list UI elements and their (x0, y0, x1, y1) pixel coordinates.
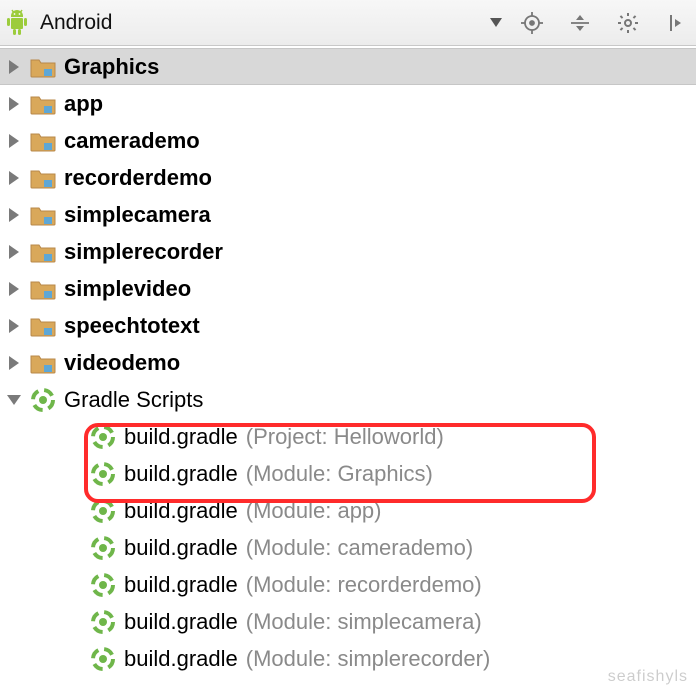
module-folder-icon (30, 130, 56, 152)
module-folder-icon (30, 93, 56, 115)
module-folder-icon (30, 352, 56, 374)
tree-item-label: recorderdemo (64, 165, 212, 191)
module-folder-icon (30, 278, 56, 300)
dropdown-arrow-icon[interactable] (490, 18, 502, 27)
gradle-icon (90, 461, 116, 487)
gradle-file-name: build.gradle (124, 461, 238, 487)
target-icon[interactable] (520, 11, 544, 35)
tree-item-recorderdemo[interactable]: recorderdemo (0, 159, 696, 196)
tree-item-graphics[interactable]: Graphics (0, 48, 696, 85)
gradle-file-detail: (Module: recorderdemo) (246, 572, 482, 598)
gradle-icon (90, 572, 116, 598)
module-folder-icon (30, 56, 56, 78)
tree-item-camerademo[interactable]: camerademo (0, 122, 696, 159)
gradle-icon (90, 609, 116, 635)
tree-item-gradle-scripts[interactable]: Gradle Scripts (0, 381, 696, 418)
tree-item-label: Gradle Scripts (64, 387, 203, 413)
gradle-file-module-simplerecorder[interactable]: build.gradle (Module: simplerecorder) (0, 640, 696, 677)
tree-item-label: speechtotext (64, 313, 200, 339)
module-folder-icon (30, 204, 56, 226)
tree-item-label: camerademo (64, 128, 200, 154)
disclosure-icon[interactable] (6, 133, 22, 149)
gradle-file-name: build.gradle (124, 572, 238, 598)
tree-item-simplecamera[interactable]: simplecamera (0, 196, 696, 233)
gradle-icon (90, 424, 116, 450)
disclosure-icon[interactable] (6, 170, 22, 186)
gradle-file-name: build.gradle (124, 646, 238, 672)
gradle-file-detail: (Module: app) (246, 498, 382, 524)
disclosure-icon[interactable] (6, 207, 22, 223)
tree-item-simplerecorder[interactable]: simplerecorder (0, 233, 696, 270)
gradle-file-module-graphics[interactable]: build.gradle (Module: Graphics) (0, 455, 696, 492)
gradle-file-detail: (Project: Helloworld) (246, 424, 444, 450)
gradle-file-project[interactable]: build.gradle (Project: Helloworld) (0, 418, 696, 455)
gradle-file-name: build.gradle (124, 535, 238, 561)
disclosure-icon[interactable] (6, 96, 22, 112)
disclosure-icon[interactable] (6, 281, 22, 297)
module-folder-icon (30, 241, 56, 263)
gradle-file-name: build.gradle (124, 424, 238, 450)
gradle-file-detail: (Module: simplecamera) (246, 609, 482, 635)
gradle-file-module-recorderdemo[interactable]: build.gradle (Module: recorderdemo) (0, 566, 696, 603)
disclosure-icon[interactable] (6, 244, 22, 260)
gradle-icon (30, 387, 56, 413)
gradle-file-module-app[interactable]: build.gradle (Module: app) (0, 492, 696, 529)
gradle-file-module-camerademo[interactable]: build.gradle (Module: camerademo) (0, 529, 696, 566)
tree-item-label: simplevideo (64, 276, 191, 302)
module-folder-icon (30, 167, 56, 189)
watermark: seafishyls (608, 668, 688, 686)
gradle-file-detail: (Module: simplerecorder) (246, 646, 491, 672)
disclosure-icon[interactable] (6, 318, 22, 334)
project-tree: Graphics app camerademo recorderdemo sim… (0, 46, 696, 677)
hide-icon[interactable] (664, 11, 688, 35)
view-selector[interactable]: Android (4, 9, 112, 37)
tree-item-label: simplecamera (64, 202, 211, 228)
tree-item-videodemo[interactable]: videodemo (0, 344, 696, 381)
gradle-file-module-simplecamera[interactable]: build.gradle (Module: simplecamera) (0, 603, 696, 640)
tree-item-speechtotext[interactable]: speechtotext (0, 307, 696, 344)
tree-item-app[interactable]: app (0, 85, 696, 122)
gear-icon[interactable] (616, 11, 640, 35)
gradle-file-name: build.gradle (124, 498, 238, 524)
collapse-icon[interactable] (568, 11, 592, 35)
gradle-icon (90, 498, 116, 524)
gradle-icon (90, 646, 116, 672)
gradle-file-name: build.gradle (124, 609, 238, 635)
disclosure-icon[interactable] (6, 355, 22, 371)
view-title: Android (40, 11, 112, 35)
tree-item-label: app (64, 91, 103, 117)
android-icon (4, 9, 30, 37)
gradle-file-detail: (Module: camerademo) (246, 535, 473, 561)
tree-item-label: videodemo (64, 350, 180, 376)
tree-item-simplevideo[interactable]: simplevideo (0, 270, 696, 307)
gradle-file-detail: (Module: Graphics) (246, 461, 433, 487)
disclosure-icon[interactable] (6, 392, 22, 408)
disclosure-icon[interactable] (6, 59, 22, 75)
gradle-icon (90, 535, 116, 561)
module-folder-icon (30, 315, 56, 337)
tree-item-label: simplerecorder (64, 239, 223, 265)
tree-item-label: Graphics (64, 54, 159, 80)
toolbar: Android (0, 0, 696, 46)
